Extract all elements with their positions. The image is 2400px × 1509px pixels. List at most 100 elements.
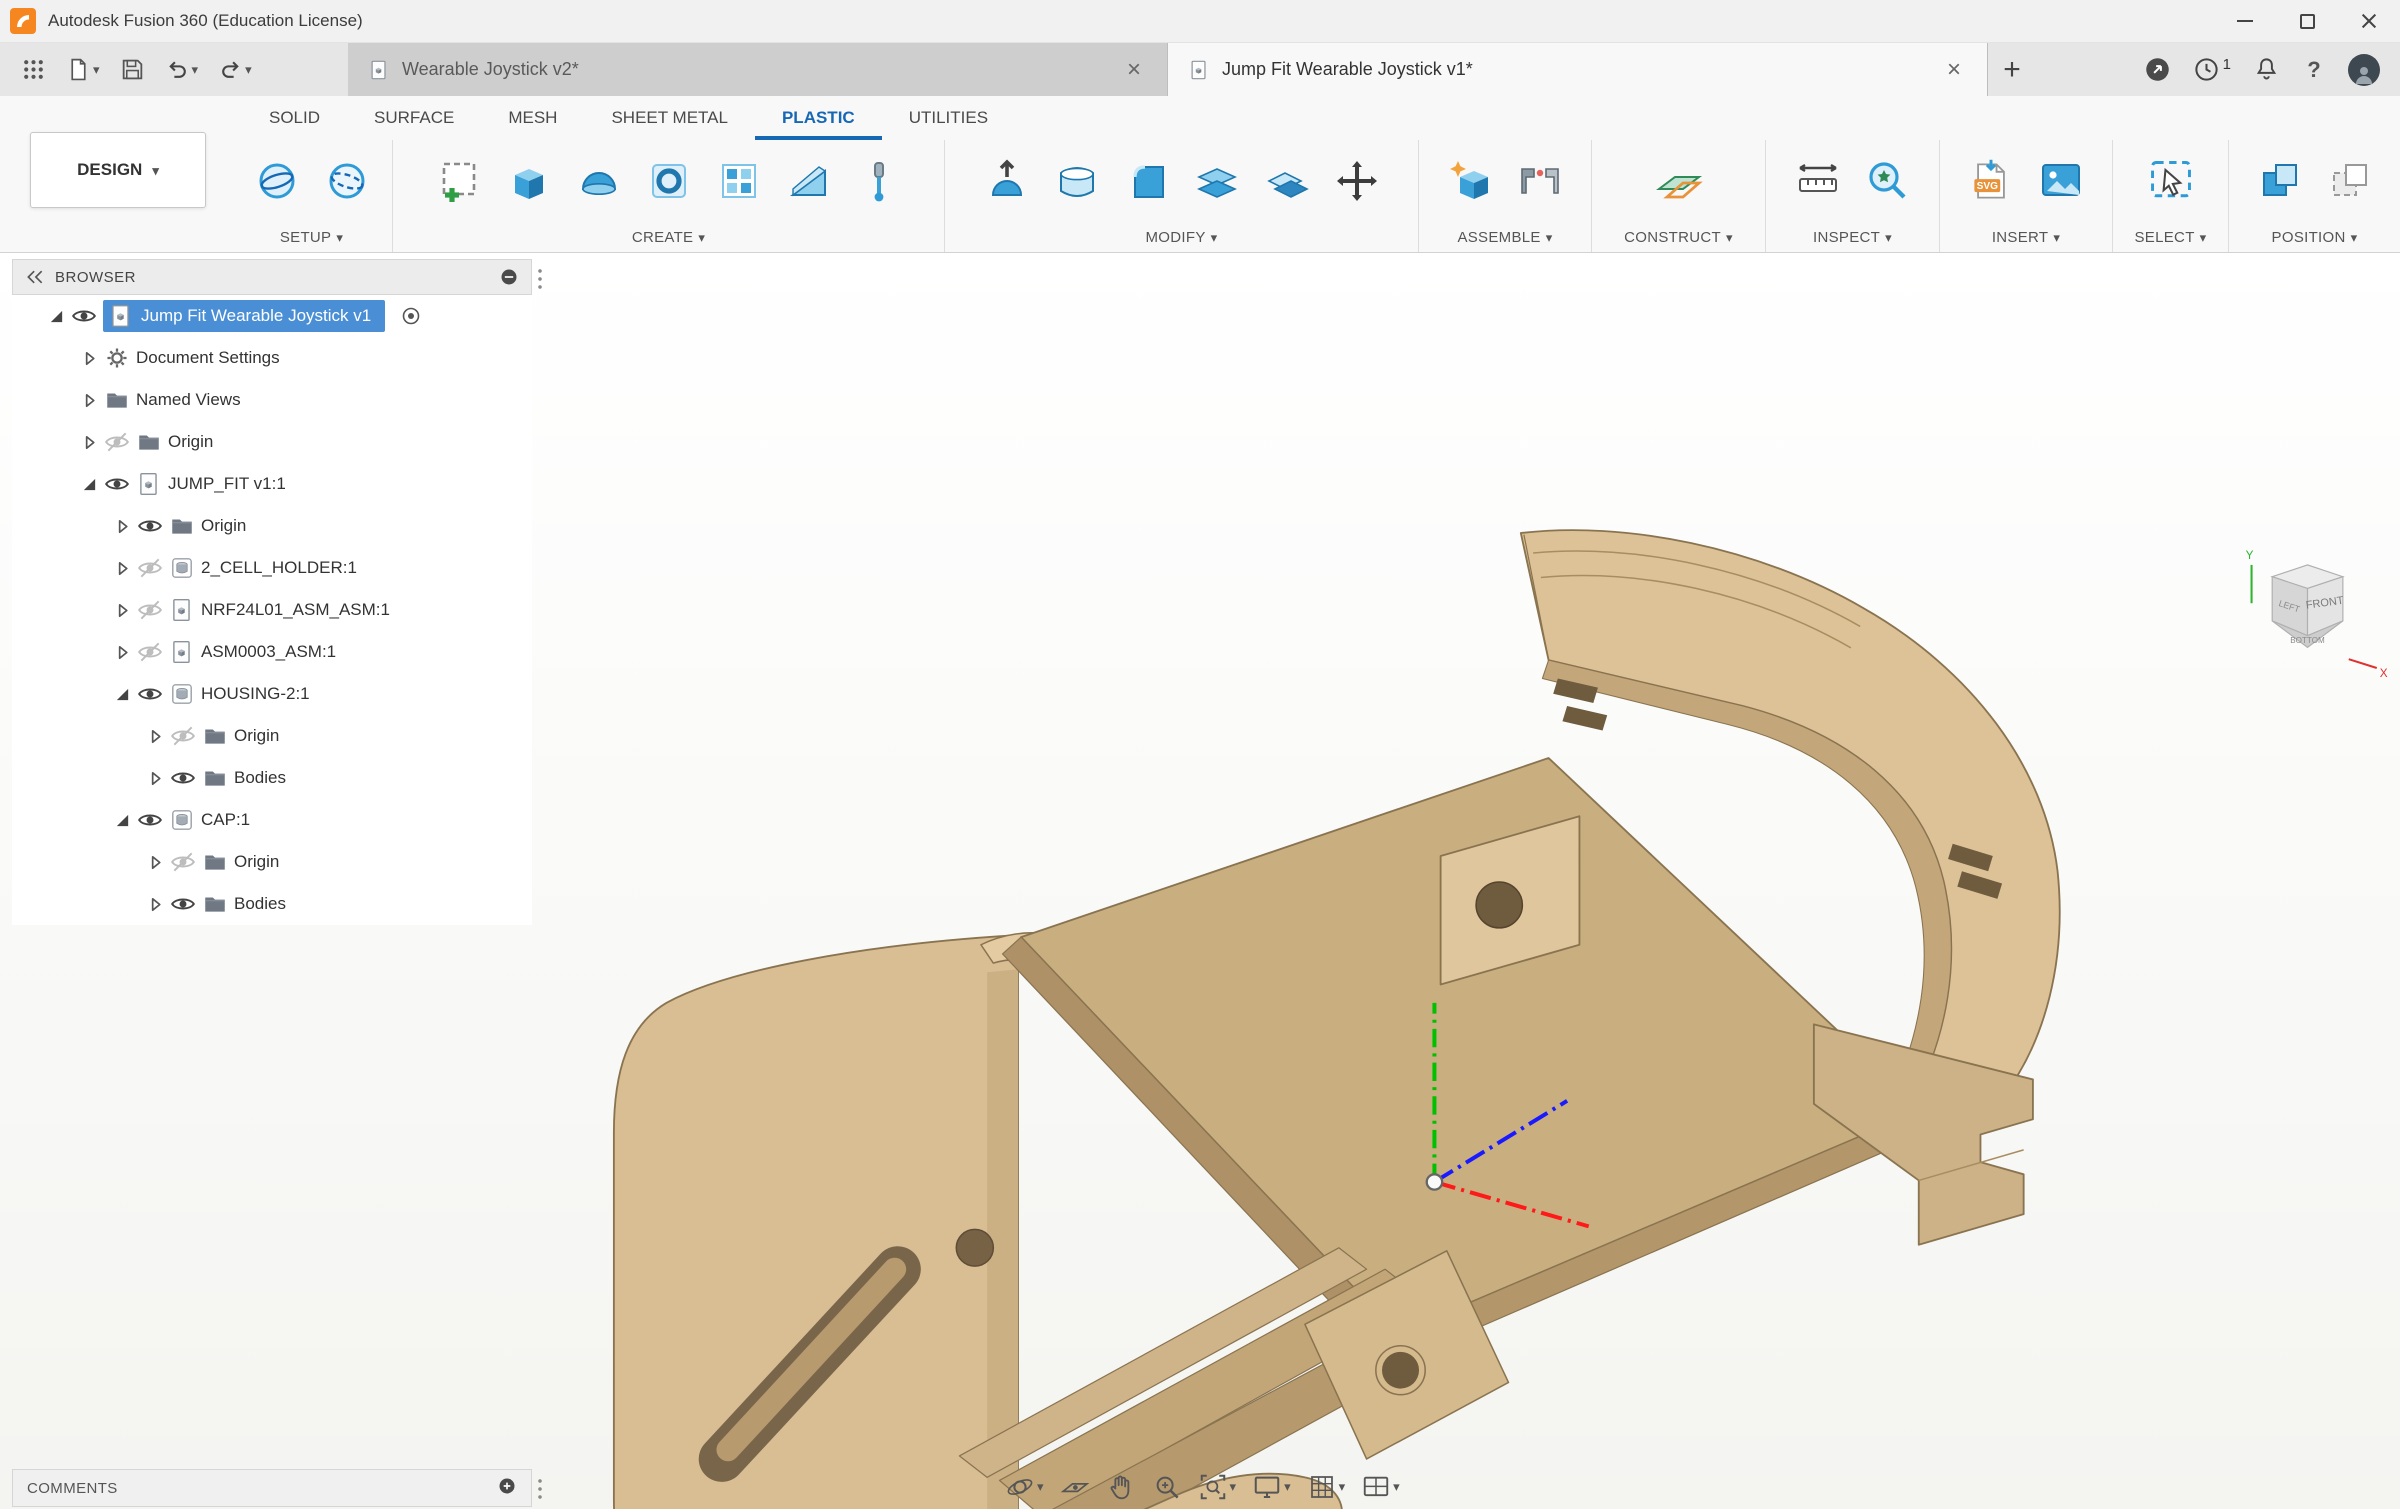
panel-drag-handle[interactable] [537, 267, 543, 291]
visibility-eye-off-icon[interactable] [137, 555, 163, 581]
browser-item-root[interactable]: Jump Fit Wearable Joystick v1 [12, 295, 532, 337]
expand-arrow-icon[interactable] [81, 476, 98, 493]
ribbon-tab-surface[interactable]: SURFACE [347, 96, 481, 140]
visibility-eye-off-icon[interactable] [137, 597, 163, 623]
insert-group-label[interactable]: INSERT [1940, 222, 2112, 252]
extensions-icon[interactable] [2144, 56, 2171, 83]
visibility-eye-off-icon[interactable] [170, 849, 196, 875]
visibility-eye-icon[interactable] [137, 513, 163, 539]
select-group-label[interactable]: SELECT [2113, 222, 2228, 252]
orbit-button[interactable] [1002, 1468, 1047, 1506]
comments-panel[interactable]: COMMENTS [12, 1469, 532, 1507]
visibility-eye-icon[interactable] [137, 807, 163, 833]
expand-arrow-icon[interactable] [114, 686, 131, 703]
expand-arrow-icon[interactable] [81, 392, 98, 409]
create-group-label[interactable]: CREATE [393, 222, 944, 252]
browser-item-bodies[interactable]: Bodies [12, 883, 532, 925]
modify-group-label[interactable]: MODIFY [945, 222, 1418, 252]
browser-item-origin[interactable]: Origin [12, 841, 532, 883]
capture-position-button[interactable] [2248, 143, 2312, 219]
expand-arrow-icon[interactable] [147, 770, 164, 787]
fit-button[interactable] [1195, 1468, 1240, 1506]
expand-arrow-icon[interactable] [147, 896, 164, 913]
expand-arrow-icon[interactable] [147, 728, 164, 745]
visibility-eye-icon[interactable] [170, 891, 196, 917]
visibility-eye-icon[interactable] [170, 765, 196, 791]
activate-radio-icon[interactable] [399, 304, 423, 328]
ribbon-tab-solid[interactable]: SOLID [242, 96, 347, 140]
add-comment-icon[interactable] [497, 1476, 517, 1500]
tab-close-button[interactable] [1121, 57, 1147, 83]
insert-svg-button[interactable]: SVG [1959, 143, 2023, 219]
expand-arrow-icon[interactable] [114, 560, 131, 577]
browser-item-origin[interactable]: Origin [12, 421, 532, 463]
redo-button[interactable] [211, 50, 259, 90]
browser-item-origin[interactable]: Origin [12, 715, 532, 757]
ribbon-tab-mesh[interactable]: MESH [481, 96, 584, 140]
zoom-button[interactable] [1149, 1468, 1185, 1506]
expand-arrow-icon[interactable] [114, 812, 131, 829]
new-component-button[interactable] [1438, 143, 1502, 219]
shell-button[interactable] [1045, 143, 1109, 219]
browser-item-cap[interactable]: CAP:1 [12, 799, 532, 841]
workspace-selector[interactable]: DESIGN [30, 132, 206, 208]
joint-button[interactable] [1508, 143, 1572, 219]
new-tab-button[interactable] [1988, 43, 2036, 96]
comments-drag-handle[interactable] [537, 1477, 543, 1501]
measure-button[interactable] [1786, 143, 1850, 219]
minimize-button[interactable] [2214, 0, 2276, 42]
construct-group-label[interactable]: CONSTRUCT [1592, 222, 1765, 252]
browser-item-asm0003[interactable]: ASM0003_ASM:1 [12, 631, 532, 673]
press-pull-button[interactable] [975, 143, 1039, 219]
look-at-button[interactable] [1057, 1468, 1093, 1506]
browser-item-nrf24l01[interactable]: NRF24L01_ASM_ASM:1 [12, 589, 532, 631]
select-button[interactable] [2139, 143, 2203, 219]
coil-button[interactable] [637, 143, 701, 219]
expand-arrow-icon[interactable] [114, 602, 131, 619]
position-group-label[interactable]: POSITION [2229, 222, 2400, 252]
setup-tool-a-button[interactable] [245, 143, 309, 219]
undo-button[interactable] [158, 50, 206, 90]
help-button[interactable]: ? [2302, 57, 2326, 83]
expand-arrow-icon[interactable] [147, 854, 164, 871]
browser-header[interactable]: BROWSER [12, 259, 532, 295]
viewports-button[interactable] [1358, 1468, 1403, 1506]
browser-item-cell-holder[interactable]: 2_CELL_HOLDER:1 [12, 547, 532, 589]
display-settings-button[interactable] [1249, 1468, 1294, 1506]
browser-item-named-views[interactable]: Named Views [12, 379, 532, 421]
document-tab-inactive[interactable]: Wearable Joystick v2* [348, 43, 1168, 96]
view-cube[interactable]: Y X Z LEFT FRONT BOTTOM [2228, 541, 2390, 689]
visibility-eye-icon[interactable] [137, 681, 163, 707]
assemble-group-label[interactable]: ASSEMBLE [1419, 222, 1591, 252]
pattern-button[interactable] [707, 143, 771, 219]
chamfer-button[interactable] [777, 143, 841, 219]
browser-item-document-settings[interactable]: Document Settings [12, 337, 532, 379]
document-tab-active[interactable]: Jump Fit Wearable Joystick v1* [1168, 43, 1988, 96]
browser-item-bodies[interactable]: Bodies [12, 757, 532, 799]
expand-arrow-icon[interactable] [81, 434, 98, 451]
expand-arrow-icon[interactable] [114, 518, 131, 535]
user-avatar[interactable] [2348, 54, 2380, 86]
expand-arrow-icon[interactable] [114, 644, 131, 661]
fillet-button[interactable] [1115, 143, 1179, 219]
setup-group-label[interactable]: SETUP [231, 222, 392, 252]
expand-arrow-icon[interactable] [81, 350, 98, 367]
ribbon-tab-utilities[interactable]: UTILITIES [882, 96, 1015, 140]
pan-button[interactable] [1103, 1468, 1139, 1506]
maximize-button[interactable] [2276, 0, 2338, 42]
expand-arrow-icon[interactable] [48, 308, 65, 325]
visibility-eye-icon[interactable] [71, 303, 97, 329]
grid-snap-button[interactable] [1304, 1468, 1349, 1506]
close-button[interactable] [2338, 0, 2400, 42]
move-copy-button[interactable] [1325, 143, 1389, 219]
visibility-eye-off-icon[interactable] [137, 639, 163, 665]
ribbon-tab-sheet-metal[interactable]: SHEET METAL [584, 96, 755, 140]
browser-display-toggle[interactable] [499, 267, 519, 287]
file-menu-button[interactable] [59, 50, 107, 90]
pin-tool-button[interactable] [847, 143, 911, 219]
collapse-panel-icon[interactable] [25, 267, 45, 287]
app-grid-button[interactable] [14, 50, 53, 90]
visibility-eye-off-icon[interactable] [170, 723, 196, 749]
visibility-eye-off-icon[interactable] [104, 429, 130, 455]
selected-item-highlight[interactable]: Jump Fit Wearable Joystick v1 [103, 300, 385, 332]
